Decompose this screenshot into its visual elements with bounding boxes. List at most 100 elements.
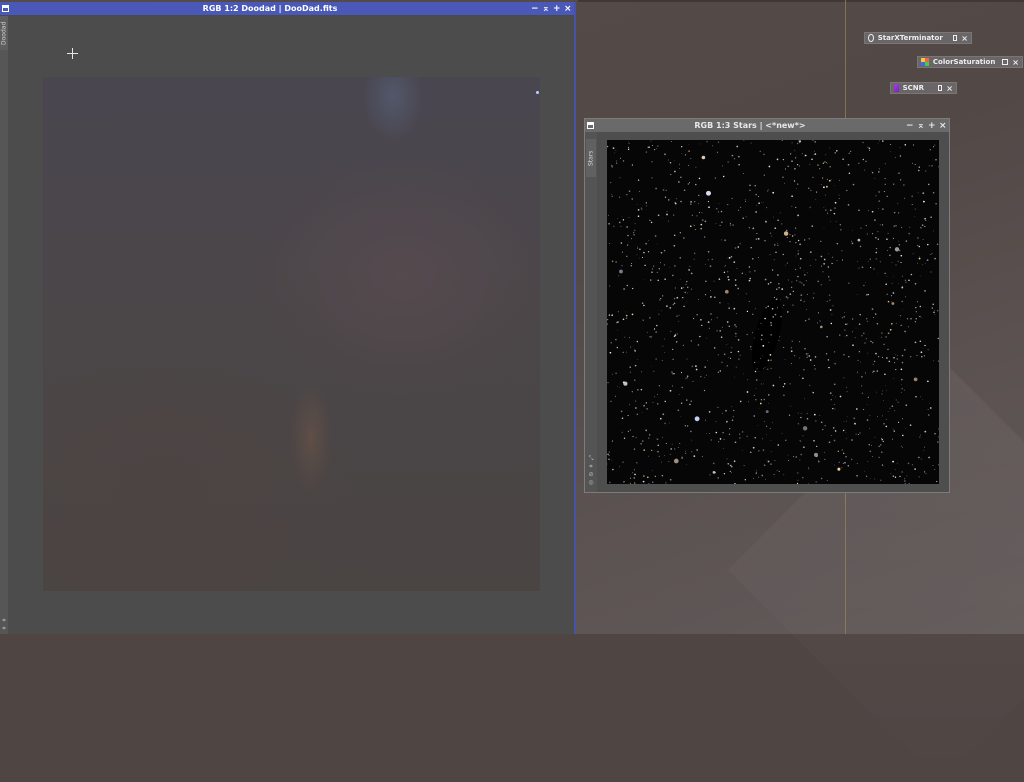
star-point bbox=[937, 166, 939, 168]
star-point bbox=[739, 437, 741, 439]
image-window-stars[interactable]: RGB 1:3 Stars | <*new*> − ⌅ + × Stars ⤡ ⌗… bbox=[584, 118, 950, 493]
star-point bbox=[848, 172, 851, 175]
star-point bbox=[841, 449, 843, 451]
window-menu-icon[interactable] bbox=[587, 122, 594, 129]
star-point bbox=[755, 379, 758, 381]
star-point bbox=[666, 211, 668, 212]
maximize-button[interactable]: + bbox=[553, 4, 561, 14]
star-point bbox=[832, 395, 834, 396]
process-icon-scnr[interactable]: SCNR × bbox=[890, 82, 957, 94]
window-menu-icon[interactable] bbox=[2, 5, 9, 12]
view-options-icons[interactable]: ⤡ ⌗ ⊘ ◎ bbox=[586, 455, 596, 487]
star-point bbox=[803, 284, 805, 286]
star-point bbox=[723, 353, 726, 356]
starxterminator-icon bbox=[868, 34, 874, 42]
close-button[interactable]: × bbox=[564, 4, 572, 14]
star-point bbox=[801, 152, 803, 154]
star-point bbox=[882, 390, 883, 392]
star-point bbox=[616, 321, 618, 324]
minimize-button[interactable]: − bbox=[906, 121, 914, 131]
star-point bbox=[761, 202, 762, 203]
view-options-icons[interactable]: ⌗ ⌗ bbox=[0, 617, 8, 633]
star-point bbox=[688, 182, 691, 184]
star-point bbox=[662, 217, 663, 219]
star-point bbox=[676, 296, 679, 299]
process-icon-starxterminator[interactable]: StarXTerminator × bbox=[864, 32, 972, 44]
star-point bbox=[752, 258, 754, 260]
star-point bbox=[757, 196, 760, 198]
star-point bbox=[729, 222, 731, 224]
close-icon[interactable]: × bbox=[946, 84, 953, 93]
star-point bbox=[659, 299, 661, 301]
star-point bbox=[652, 144, 654, 146]
star-point bbox=[753, 415, 755, 417]
star-point bbox=[845, 323, 847, 325]
nebula-image[interactable] bbox=[43, 77, 540, 591]
star-point bbox=[745, 273, 747, 275]
view-id-tab[interactable]: Stars bbox=[586, 139, 596, 177]
star-point bbox=[814, 153, 817, 155]
star-point bbox=[613, 225, 615, 227]
star-point bbox=[925, 220, 927, 222]
star-point bbox=[770, 440, 772, 441]
star-point bbox=[649, 219, 651, 221]
star-point bbox=[693, 317, 695, 320]
star-point bbox=[701, 456, 703, 458]
star-point bbox=[646, 205, 648, 207]
star-point bbox=[884, 183, 886, 185]
star-point bbox=[835, 396, 836, 398]
star-point bbox=[770, 281, 772, 284]
star-point bbox=[826, 185, 828, 188]
star-point bbox=[917, 192, 919, 194]
star-point bbox=[795, 268, 797, 270]
star-point bbox=[672, 348, 674, 351]
close-icon[interactable]: × bbox=[961, 34, 968, 43]
shade-button[interactable]: ⌅ bbox=[542, 4, 550, 14]
window-titlebar[interactable]: RGB 1:3 Stars | <*new*> − ⌅ + × bbox=[585, 119, 949, 132]
star-point bbox=[854, 337, 856, 339]
star-point bbox=[710, 313, 712, 315]
star-point bbox=[805, 353, 808, 355]
star-point bbox=[770, 451, 772, 453]
window-titlebar[interactable]: RGB 1:2 Doodad | DooDad.fits − ⌅ + × bbox=[0, 2, 574, 15]
maximize-icon[interactable] bbox=[938, 85, 943, 91]
star-point bbox=[890, 295, 893, 297]
star-point bbox=[651, 161, 653, 163]
star-point bbox=[889, 151, 891, 153]
minimize-button[interactable]: − bbox=[531, 4, 539, 14]
star-point bbox=[846, 334, 848, 337]
star-point bbox=[710, 319, 712, 321]
shade-button[interactable]: ⌅ bbox=[917, 121, 925, 131]
star-point bbox=[800, 299, 802, 301]
close-icon[interactable]: × bbox=[1012, 58, 1019, 67]
star-point bbox=[873, 370, 875, 373]
close-button[interactable]: × bbox=[939, 121, 947, 131]
star-point bbox=[796, 164, 799, 166]
maximize-button[interactable]: + bbox=[928, 121, 936, 131]
star-point bbox=[645, 429, 648, 432]
stars-image[interactable] bbox=[607, 140, 939, 484]
window-side-strip bbox=[0, 16, 8, 634]
view-id-tab[interactable]: Doodad bbox=[0, 16, 8, 50]
star-point bbox=[846, 189, 848, 192]
star-point bbox=[729, 470, 731, 473]
star-point bbox=[897, 173, 899, 174]
star-point bbox=[887, 233, 889, 235]
star-point bbox=[669, 162, 672, 164]
star-point bbox=[664, 422, 666, 425]
star-point bbox=[725, 409, 727, 412]
image-window-doodad[interactable]: RGB 1:2 Doodad | DooDad.fits − ⌅ + × Doo… bbox=[0, 2, 576, 634]
star-point bbox=[705, 263, 706, 265]
star-point bbox=[887, 410, 889, 412]
maximize-icon[interactable] bbox=[1002, 59, 1009, 65]
star-point bbox=[831, 262, 833, 265]
maximize-icon[interactable] bbox=[952, 35, 958, 41]
star-point bbox=[789, 240, 791, 243]
star-point bbox=[842, 462, 844, 464]
star-point bbox=[815, 420, 817, 422]
star-point bbox=[727, 271, 729, 273]
star-point bbox=[619, 466, 621, 468]
star-point bbox=[857, 238, 861, 242]
star-point bbox=[809, 207, 811, 209]
process-icon-colorsaturation[interactable]: ColorSaturation × bbox=[917, 56, 1023, 68]
